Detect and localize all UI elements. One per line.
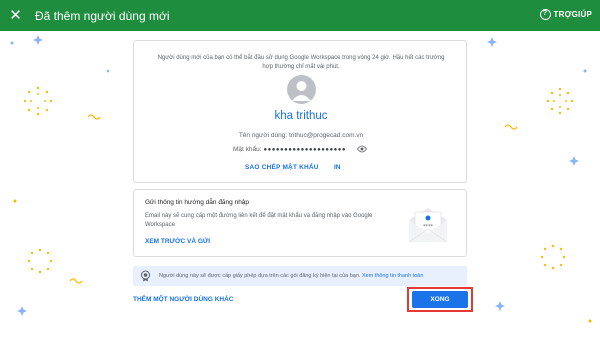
view-billing-link[interactable]: Xem thông tin thanh toán — [362, 273, 423, 279]
sign-in-instructions-card: Gửi thông tin hướng dẫn đăng nhập Email … — [133, 189, 467, 257]
help-button[interactable]: ? TRỢGIÚP — [539, 9, 592, 20]
dialog-title: Đã thêm người dùng mới — [35, 9, 170, 23]
username-row: Tên người dùng: trithuc@progecad.com.vn — [134, 132, 468, 139]
notice-text: Người dùng này sẽ được cấp giấy phép dựa… — [159, 273, 423, 279]
help-circle-icon: ? — [539, 9, 551, 20]
top-app-bar: ✕ Đã thêm người dùng mới ? TRỢGIÚP — [0, 0, 600, 31]
preview-and-send-button[interactable]: XEM TRƯỚC VÀ GỬI — [145, 238, 210, 245]
person-avatar-icon — [287, 75, 316, 104]
password-label: Mật khẩu: — [233, 146, 262, 153]
instructions-description: Email này sẽ cung cấp một đường liên kết… — [145, 213, 373, 228]
activation-info-text: Người dùng mới của bạn có thể bắt đầu sử… — [157, 55, 445, 70]
help-label: TRỢGIÚP — [553, 10, 592, 19]
visibility-icon[interactable] — [357, 145, 367, 153]
password-value: ●●●●●●●●●●●●●●●●●●●● — [263, 146, 347, 153]
add-another-user-button[interactable]: THÊM MỘT NGƯỜI DÙNG KHÁC — [133, 296, 234, 303]
license-badge-icon — [141, 270, 150, 282]
done-button[interactable]: XONG — [412, 291, 468, 308]
license-notice-text: Người dùng này sẽ được cấp giấy phép dựa… — [159, 273, 361, 279]
user-display-name: kha trithuc — [274, 110, 328, 122]
instructions-title: Gửi thông tin hướng dẫn đăng nhập — [145, 199, 250, 206]
username-label: Tên người dùng: — [238, 132, 288, 139]
new-user-card: Người dùng mới của bạn có thể bắt đầu sử… — [133, 40, 467, 183]
password-row: Mật khẩu: ●●●●●●●●●●●●●●●●●●●● — [233, 146, 346, 153]
envelope-illustration: **** — [408, 208, 448, 243]
username-value: trithuc@progecad.com.vn — [289, 132, 364, 139]
license-notice: Người dùng này sẽ được cấp giấy phép dựa… — [133, 266, 467, 286]
close-icon[interactable]: ✕ — [8, 8, 23, 23]
print-button[interactable]: IN — [334, 164, 341, 171]
copy-password-button[interactable]: SAO CHÉP MẬT KHẨU — [245, 164, 319, 171]
